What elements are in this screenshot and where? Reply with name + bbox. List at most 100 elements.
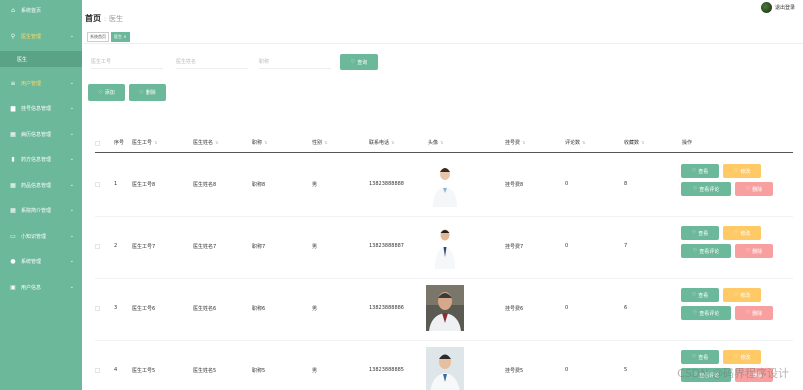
edit-button[interactable]: ♡ 修改 [723,350,761,364]
sort-icon[interactable]: ⇅ [641,140,644,145]
column-header[interactable]: 联系电话 ⇅ [369,139,394,146]
view-button[interactable]: ♡ 查看 [681,164,719,178]
sidebar-item[interactable]: ● 系统管理 ⌄ [0,253,82,269]
sidebar-item[interactable]: ▦ 病历信息管理 ⌄ [0,126,82,142]
column-header[interactable]: 评论数 ⇅ [565,139,585,146]
cell-title: 职称6 [252,306,266,312]
column-header[interactable]: 医生工号 ⇅ [132,139,157,146]
tab-doctor[interactable]: 医生 × [111,32,130,42]
row-checkbox[interactable] [95,182,100,187]
view-comments-button[interactable]: ♡ 查看评论 [681,244,731,258]
cell-id: 医生工号6 [132,306,156,312]
heart-icon: ♡ [733,354,739,360]
column-header-label: 收藏数 [624,140,640,146]
cell-phone: 13823888885 [369,367,404,373]
book-icon: ▮ [11,155,15,163]
cell-id: 医生工号7 [132,244,156,250]
column-header[interactable]: 挂号费 ⇅ [505,139,525,146]
view-comments-button[interactable]: ♡ 查看评论 [681,182,731,196]
search-button[interactable]: ♡ 查询 [340,54,378,70]
sidebar-item[interactable]: 医生 [0,51,82,67]
cell-id: 医生工号5 [132,368,156,374]
sort-icon[interactable]: ⇅ [154,140,157,145]
edit-button[interactable]: ♡ 修改 [723,226,761,240]
sort-icon[interactable]: ⇅ [522,140,525,145]
sort-icon[interactable]: ⇅ [324,140,327,145]
watermark: CSDN @码界程序设计 [677,367,789,380]
column-header-label: 职称 [252,140,263,146]
row-checkbox[interactable] [95,244,100,249]
action-label: 删除 [752,186,763,193]
view-button[interactable]: ♡ 查看 [681,226,719,240]
column-header-label: 评论数 [565,140,581,146]
column-header-label: 挂号费 [505,140,521,146]
sidebar-item[interactable]: ▆ 挂号信息管理 ⌄ [0,100,82,116]
column-header[interactable]: 收藏数 ⇅ [624,139,644,146]
column-header-label: 性别 [312,140,323,146]
doctor-id-input[interactable]: 医生工号 [91,55,163,69]
sort-icon[interactable]: ⇅ [391,140,394,145]
action-label: 查看 [698,354,709,361]
cell-fee: 挂号费5 [505,368,524,374]
sidebar-item[interactable]: ▭ 小知识管理 ⌄ [0,228,82,244]
sidebar-item-label: 小知识管理 [21,233,47,240]
sidebar-item-label: 系院简介管理 [21,207,52,214]
heart-icon: ♡ [692,186,698,192]
logout-link[interactable]: 退出登录 [775,4,795,11]
delete-row-button[interactable]: ♡ 删除 [735,244,773,258]
column-header[interactable]: 性别 ⇅ [312,139,327,146]
view-comments-button[interactable]: ♡ 查看评论 [681,306,731,320]
chevron-down-icon: ⌄ [69,233,74,239]
cell-phone: 13823888888 [369,181,404,187]
select-all-checkbox[interactable] [95,141,100,146]
sidebar-item[interactable]: ▮ 药方信息管理 ⌄ [0,151,82,167]
delete-row-button[interactable]: ♡ 删除 [735,306,773,320]
view-button[interactable]: ♡ 查看 [681,350,719,364]
sidebar-item[interactable]: ⚲ 医生管理 ⌄ [0,28,82,44]
sidebar-item[interactable]: ▦ 系院简介管理 ⌄ [0,202,82,218]
action-label: 修改 [740,292,751,299]
grid-icon: ▦ [10,206,16,214]
sidebar-item[interactable]: ⌂ 系统首页 [0,2,82,18]
column-header[interactable]: 职称 ⇅ [252,139,267,146]
sort-icon[interactable]: ⇅ [215,140,218,145]
cell-no: 1 [114,181,118,187]
doctor-name-input[interactable]: 医生姓名 [176,55,248,69]
title-input[interactable]: 职称 [259,55,331,69]
avatar[interactable] [760,2,772,13]
home-icon: ⌂ [11,6,15,14]
cell-comments: 0 [565,367,569,373]
delete-button[interactable]: ♡ 删除 [129,84,166,101]
sidebar-item[interactable]: ▦ 药品信息管理 ⌄ [0,177,82,193]
row-checkbox[interactable] [95,306,100,311]
delete-row-button[interactable]: ♡ 删除 [735,182,773,196]
column-header[interactable]: 医生姓名 ⇅ [193,139,218,146]
sort-icon[interactable]: ⇅ [582,140,585,145]
breadcrumb-home[interactable]: 首页 [85,13,101,24]
tab-home[interactable]: 系统首页 [87,32,109,42]
action-label: 删除 [752,248,763,255]
column-header[interactable]: 序号 [114,139,124,146]
chevron-down-icon: ⌄ [69,33,74,39]
user-icon: ● [10,257,16,265]
action-label: 修改 [740,230,751,237]
view-button[interactable]: ♡ 查看 [681,288,719,302]
edit-button[interactable]: ♡ 修改 [723,164,761,178]
table-row: 1 医生工号8 医生姓名8 职称8 男 13823888888 挂号费8 0 8 ♡ 查看 ♡ 修改 ♡ 查… [95,155,793,217]
sort-icon[interactable]: ⇅ [440,140,443,145]
sidebar-item[interactable]: ≡ 用户管理 ⌄ [0,75,82,91]
edit-button[interactable]: ♡ 修改 [723,288,761,302]
cell-no: 3 [114,305,118,311]
cell-fee: 挂号费8 [505,182,524,188]
chevron-down-icon: ⌄ [69,258,74,264]
cell-id: 医生工号8 [132,182,156,188]
doctor-avatar-image [426,223,464,269]
chevron-down-icon: ⌄ [69,105,74,111]
row-checkbox[interactable] [95,368,100,373]
cell-favs: 7 [624,243,628,249]
sidebar-item[interactable]: ▣ 用户信息 ⌄ [0,279,82,295]
sort-icon[interactable]: ⇅ [264,140,267,145]
add-button[interactable]: ♡ 添加 [88,84,125,101]
heart-icon: ♡ [733,230,739,236]
column-header[interactable]: 头像 ⇅ [428,139,443,146]
